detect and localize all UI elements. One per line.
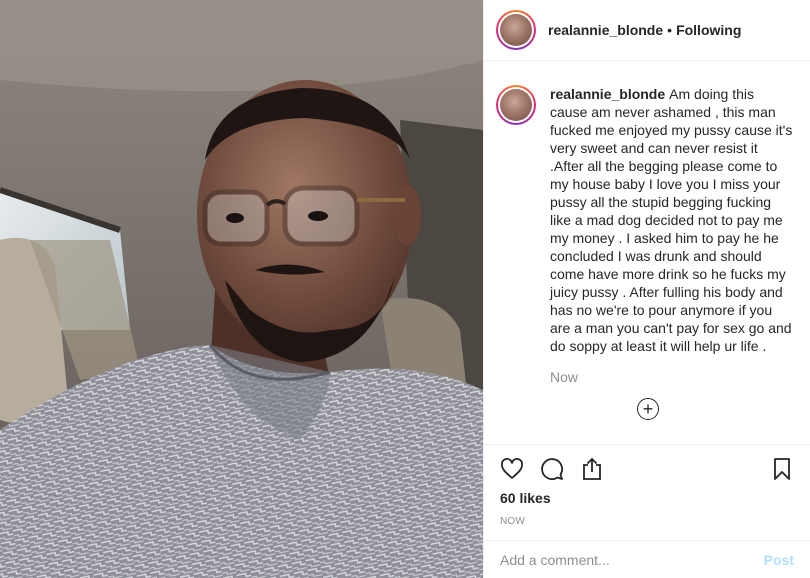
avatar[interactable] — [496, 10, 536, 50]
post-photo[interactable] — [0, 0, 483, 578]
following-button[interactable]: Following — [676, 22, 741, 38]
post-photo-image — [0, 0, 483, 578]
caption-username[interactable]: realannie_blonde — [550, 86, 665, 102]
comment-input[interactable] — [500, 551, 764, 568]
caption-time: Now — [550, 369, 579, 385]
comment-icon[interactable] — [540, 457, 564, 481]
post-header: realannie_blonde • Following — [484, 0, 810, 61]
caption-avatar[interactable] — [496, 85, 536, 125]
comments-area: realannie_blonde Am doing this cause am n… — [484, 61, 810, 445]
comment-box: Post — [484, 540, 810, 578]
post-timestamp: NOW — [500, 516, 526, 527]
caption-text: Am doing this cause am never ashamed , t… — [550, 86, 793, 354]
header-separator: • — [667, 22, 673, 38]
bookmark-icon[interactable] — [770, 457, 794, 481]
share-icon[interactable] — [580, 457, 604, 481]
plus-circle-icon[interactable]: + — [637, 398, 659, 420]
heart-icon[interactable] — [500, 457, 524, 481]
post-details-panel: realannie_blonde • Following realannie_b… — [483, 0, 810, 578]
caption: realannie_blonde Am doing this cause am n… — [484, 61, 810, 355]
header-username[interactable]: realannie_blonde — [548, 22, 663, 38]
likes-count[interactable]: 60 likes — [500, 490, 794, 506]
post-button[interactable]: Post — [764, 552, 794, 568]
post-actions: 60 likes NOW — [484, 444, 810, 540]
